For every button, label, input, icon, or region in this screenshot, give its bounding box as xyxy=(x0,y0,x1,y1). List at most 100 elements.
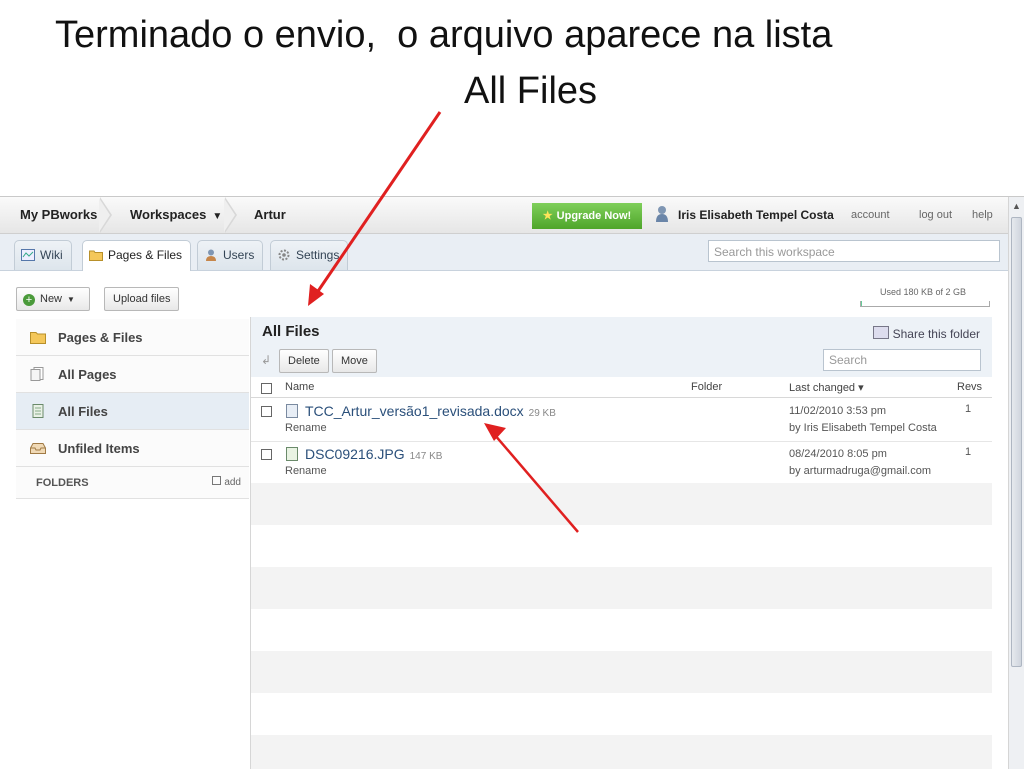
column-header-last-changed[interactable]: Last changed ▾ xyxy=(789,381,864,394)
sidebar-item-label: Unfiled Items xyxy=(58,441,140,456)
column-header-folder[interactable]: Folder xyxy=(691,381,722,393)
last-changed-cell: 08/24/2010 8:05 pm by arturmadruga@gmail.… xyxy=(789,446,931,480)
tab-wiki-label: Wiki xyxy=(40,248,63,262)
last-changed-date: 11/02/2010 3:53 pm xyxy=(789,405,887,417)
revs-count: 1 xyxy=(965,446,972,458)
empty-row xyxy=(251,567,992,609)
tab-pages-files-label: Pages & Files xyxy=(108,248,183,262)
docx-file-icon xyxy=(286,404,298,418)
my-pbworks-link[interactable]: My PBworks xyxy=(20,197,97,233)
sidebar-item-all-pages[interactable]: All Pages xyxy=(16,356,249,393)
new-button[interactable]: + New ▼ xyxy=(16,287,90,311)
workspaces-label: Workspaces xyxy=(130,207,207,222)
files-search-input[interactable]: Search xyxy=(823,349,981,371)
empty-row xyxy=(251,609,992,651)
tab-users-label: Users xyxy=(223,248,255,262)
file-icon xyxy=(32,404,44,418)
tab-users[interactable]: Users xyxy=(197,240,264,270)
add-folder-label: add xyxy=(224,477,241,488)
file-size: 147 KB xyxy=(409,451,443,462)
revs-count: 1 xyxy=(965,403,972,415)
empty-row xyxy=(251,651,992,693)
table-row: DSC09216.JPG 147 KB Rename 08/24/2010 8:0… xyxy=(251,441,992,484)
new-button-label: New xyxy=(40,293,63,305)
account-link[interactable]: account xyxy=(851,197,890,233)
plus-icon: + xyxy=(23,294,35,306)
tab-settings-label: Settings xyxy=(296,248,340,262)
last-changed-date: 08/24/2010 8:05 pm xyxy=(789,448,887,460)
chevron-down-icon: ▼ xyxy=(67,295,75,304)
share-folder-link[interactable]: Share this folder xyxy=(872,326,980,341)
gear-icon xyxy=(278,249,290,261)
storage-usage-bar xyxy=(860,301,990,307)
inbox-icon xyxy=(30,443,46,454)
storage-usage-text: Used 180 KB of 2 GB xyxy=(880,287,967,297)
sidebar-item-label: All Pages xyxy=(58,367,117,382)
sidebar-item-pages-files[interactable]: Pages & Files xyxy=(16,319,249,356)
tab-wiki[interactable]: Wiki xyxy=(14,240,72,270)
upgrade-label: Upgrade Now! xyxy=(556,210,632,222)
last-changed-by: by arturmadruga@gmail.com xyxy=(789,465,931,477)
log-out-link[interactable]: log out xyxy=(919,197,952,233)
empty-row xyxy=(251,483,992,525)
workspace-name[interactable]: Artur xyxy=(254,197,286,233)
rename-link[interactable]: Rename xyxy=(285,422,327,434)
tab-pages-files[interactable]: Pages & Files xyxy=(82,240,192,271)
image-file-icon xyxy=(286,447,298,461)
add-icon xyxy=(212,476,222,485)
slide-title-line2: All Files xyxy=(464,70,598,112)
storage-usage-fill xyxy=(861,301,862,306)
user-icon xyxy=(656,206,668,222)
last-changed-cell: 11/02/2010 3:53 pm by Iris Elisabeth Temp… xyxy=(789,403,937,437)
workspaces-menu[interactable]: Workspaces ▼ xyxy=(130,197,222,233)
file-name: DSC09216.JPG xyxy=(305,446,405,462)
folders-label: FOLDERS xyxy=(36,477,89,489)
star-icon: ★ xyxy=(542,210,553,222)
wiki-icon xyxy=(21,249,35,261)
table-row: TCC_Artur_versão1_revisada.docx 29 KB Ren… xyxy=(251,399,992,441)
folders-header: FOLDERS add xyxy=(16,467,249,499)
sidebar-item-label: Pages & Files xyxy=(58,330,143,345)
share-icon xyxy=(872,326,889,339)
workspace-search-input[interactable]: Search this workspace xyxy=(708,240,1000,262)
folder-icon xyxy=(89,250,103,261)
pages-icon xyxy=(30,367,44,381)
slide-title-line1: Terminado o envio, o arquivo aparece na … xyxy=(55,14,833,56)
empty-row xyxy=(251,693,992,735)
add-folder-link[interactable]: add xyxy=(212,467,241,499)
row-checkbox[interactable] xyxy=(261,449,272,460)
vertical-scrollbar[interactable]: ▲ xyxy=(1008,197,1024,769)
column-header-name[interactable]: Name xyxy=(285,381,314,393)
empty-row xyxy=(251,735,992,769)
rename-link[interactable]: Rename xyxy=(285,465,327,477)
column-header-revs[interactable]: Revs xyxy=(957,381,982,393)
breadcrumb-separator xyxy=(99,197,112,233)
row-checkbox[interactable] xyxy=(261,406,272,417)
sidebar-item-all-files[interactable]: All Files xyxy=(16,393,249,430)
header-divider xyxy=(251,397,992,398)
user-name[interactable]: Iris Elisabeth Tempel Costa xyxy=(678,197,834,233)
pbworks-screenshot: My PBworks Workspaces ▼ Artur ★ Upgrade No… xyxy=(0,196,1024,769)
page-title: All Files xyxy=(262,323,320,340)
sidebar-item-unfiled-items[interactable]: Unfiled Items xyxy=(16,430,249,467)
select-arrow-icon: ↲ xyxy=(261,353,272,367)
last-changed-by: by Iris Elisabeth Tempel Costa xyxy=(789,422,937,434)
scroll-up-icon[interactable]: ▲ xyxy=(1012,201,1021,211)
upgrade-button[interactable]: ★ Upgrade Now! xyxy=(532,203,642,229)
file-size: 29 KB xyxy=(528,408,556,419)
tab-bar: Wiki Pages & Files Users Settings Search… xyxy=(0,234,1008,271)
file-name-link[interactable]: DSC09216.JPG 147 KB xyxy=(305,446,442,462)
tab-settings[interactable]: Settings xyxy=(270,240,349,270)
breadcrumb-separator xyxy=(224,197,237,233)
move-button[interactable]: Move xyxy=(332,349,377,373)
scrollbar-thumb[interactable] xyxy=(1011,217,1022,667)
users-icon xyxy=(206,249,216,261)
share-folder-label: Share this folder xyxy=(892,327,980,341)
sidebar: Pages & Files All Pages All Files Unfile… xyxy=(16,319,249,769)
file-name: TCC_Artur_versão1_revisada.docx xyxy=(305,403,524,419)
file-name-link[interactable]: TCC_Artur_versão1_revisada.docx 29 KB xyxy=(305,403,556,419)
select-all-checkbox[interactable] xyxy=(261,383,272,394)
delete-button[interactable]: Delete xyxy=(279,349,329,373)
help-link[interactable]: help xyxy=(972,197,993,233)
upload-files-button[interactable]: Upload files xyxy=(104,287,180,311)
